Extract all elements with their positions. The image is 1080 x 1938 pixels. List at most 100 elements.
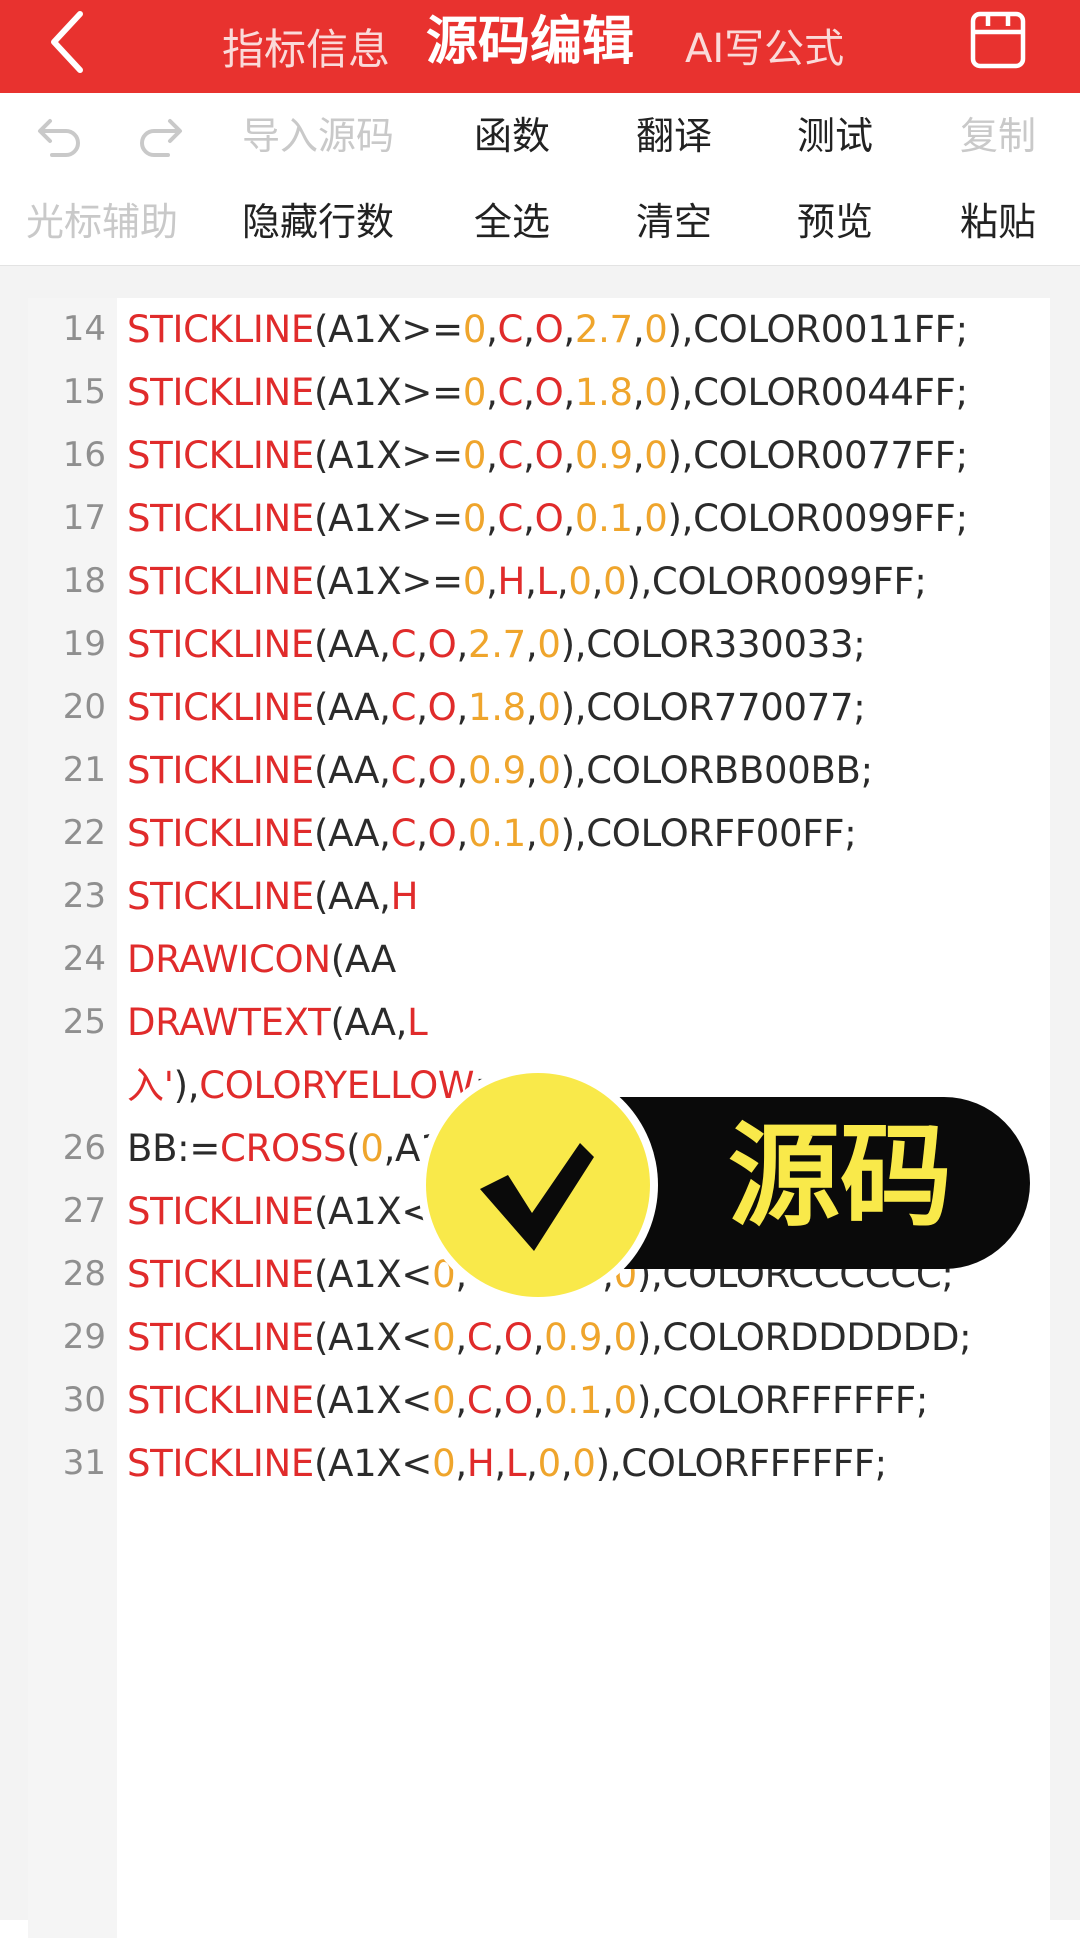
badge-label: 源码 bbox=[728, 1112, 952, 1242]
code-token-text: , bbox=[456, 812, 468, 855]
code-token-text: ),COLOR0044FF; bbox=[667, 371, 969, 414]
code-line[interactable]: 19 STICKLINE(AA,C,O,2.7,0),COLOR330033; bbox=[28, 613, 1050, 676]
code-token-text: ),COLOR0011FF; bbox=[667, 308, 969, 351]
code-token-function: STICKLINE bbox=[127, 1190, 314, 1233]
code-token-function: C bbox=[466, 1379, 493, 1422]
code-token-number: 0 bbox=[432, 1442, 456, 1485]
code-token-text: , bbox=[632, 434, 645, 477]
code-token-function: STICKLINE bbox=[127, 308, 314, 351]
hide-line-numbers-button[interactable]: 隐藏行数 bbox=[242, 179, 394, 265]
translate-button[interactable]: 翻译 bbox=[636, 93, 712, 179]
code-token-text: , bbox=[523, 371, 535, 414]
code-line[interactable]: 21 STICKLINE(AA,C,O,0.9,0),COLORBB00BB; bbox=[28, 739, 1050, 802]
code-line[interactable]: 23 STICKLINE(AA,H bbox=[28, 865, 1050, 928]
code-token-text: , bbox=[563, 371, 575, 414]
code-token-text: (A1X< bbox=[313, 1442, 433, 1485]
code-token-text: , bbox=[523, 497, 535, 540]
import-source-button[interactable]: 导入源码 bbox=[242, 93, 394, 179]
tab-ai-formula[interactable]: AI写公式 bbox=[685, 3, 844, 96]
code-line[interactable]: 17 STICKLINE(A1X>=0,C,O,0.1,0),COLOR0099F… bbox=[28, 487, 1050, 550]
redo-icon bbox=[140, 119, 182, 157]
code-token-text: ),COLORDDDDDD; bbox=[636, 1316, 972, 1359]
code-token-number: 0 bbox=[537, 749, 561, 792]
code-token-function: CROSS bbox=[220, 1127, 347, 1170]
select-all-button[interactable]: 全选 bbox=[474, 179, 550, 265]
code-token-function: H bbox=[497, 560, 526, 603]
line-number: 17 bbox=[62, 498, 106, 538]
code-line[interactable]: 24 DRAWICON(AA bbox=[28, 928, 1050, 991]
code-token-number: 0.9 bbox=[467, 749, 526, 792]
code-line[interactable]: 14 STICKLINE(A1X>=0,C,O,2.7,0),COLOR0011F… bbox=[28, 298, 1050, 361]
code-token-text: ),COLOR330033; bbox=[560, 623, 866, 666]
code-line[interactable]: 22 STICKLINE(AA,C,O,0.1,0),COLORFF00FF; bbox=[28, 802, 1050, 865]
preview-button[interactable]: 预览 bbox=[797, 179, 873, 265]
code-token-text: , bbox=[560, 1442, 573, 1485]
code-token-text: , bbox=[602, 1379, 614, 1422]
functions-button[interactable]: 函数 bbox=[474, 93, 550, 179]
tab-source-editor[interactable]: 源码编辑 bbox=[426, 0, 634, 89]
redo-button[interactable] bbox=[132, 93, 192, 179]
line-code: DRAWICON(AA bbox=[127, 928, 987, 991]
code-token-function: L bbox=[536, 560, 558, 603]
code-token-text: , bbox=[632, 371, 645, 414]
code-token-text: , bbox=[532, 1379, 545, 1422]
badge-circle bbox=[426, 1073, 650, 1297]
save-icon bbox=[970, 11, 1026, 69]
code-token-text: , bbox=[486, 371, 498, 414]
code-token-number: 0 bbox=[462, 371, 487, 414]
code-token-number: 1.8 bbox=[467, 686, 526, 729]
source-code-badge: 源码 bbox=[418, 1065, 1030, 1305]
code-token-number: 1.8 bbox=[574, 371, 633, 414]
code-lines: 14 STICKLINE(A1X>=0,C,O,2.7,0),COLOR0011F… bbox=[28, 298, 1050, 1495]
save-button[interactable] bbox=[966, 8, 1030, 72]
code-line[interactable]: 29 STICKLINE(A1X<0,C,O,0.9,0),COLORDDDDDD… bbox=[28, 1306, 1050, 1369]
code-token-text: (AA, bbox=[330, 1001, 408, 1044]
code-token-function: STICKLINE bbox=[127, 371, 314, 414]
code-token-function: O bbox=[534, 371, 564, 414]
clear-button[interactable]: 清空 bbox=[636, 179, 712, 265]
line-number: 14 bbox=[62, 309, 106, 349]
code-line[interactable]: 15 STICKLINE(A1X>=0,C,O,1.8,0),COLOR0044F… bbox=[28, 361, 1050, 424]
code-token-number: 0 bbox=[644, 308, 668, 351]
code-token-number: 0 bbox=[537, 686, 561, 729]
code-token-function: C bbox=[390, 812, 417, 855]
code-token-number: 0 bbox=[644, 497, 668, 540]
test-button[interactable]: 测试 bbox=[797, 93, 873, 179]
undo-button[interactable] bbox=[28, 93, 88, 179]
code-token-function: C bbox=[390, 749, 417, 792]
code-token-function: STICKLINE bbox=[127, 434, 314, 477]
code-token-text: (A1X>= bbox=[313, 497, 463, 540]
tab-indicator-info[interactable]: 指标信息 bbox=[222, 3, 390, 96]
line-code: STICKLINE(A1X>=0,C,O,0.9,0),COLOR0077FF; bbox=[127, 424, 987, 487]
code-token-number: 0 bbox=[360, 1127, 384, 1170]
code-token-number: 0.9 bbox=[574, 434, 633, 477]
code-token-text: (A1X< bbox=[313, 1316, 433, 1359]
code-token-text: (A1X>= bbox=[313, 560, 463, 603]
copy-button[interactable]: 复制 bbox=[960, 93, 1036, 179]
code-line[interactable]: 30 STICKLINE(A1X<0,C,O,0.1,0),COLORFFFFFF… bbox=[28, 1369, 1050, 1432]
code-token-function: STICKLINE bbox=[127, 812, 314, 855]
code-token-function: O bbox=[427, 749, 457, 792]
code-token-text: , bbox=[456, 749, 468, 792]
line-code: STICKLINE(AA,H bbox=[127, 865, 987, 928]
code-token-function: DRAWTEXT bbox=[127, 1001, 331, 1044]
code-token-number: 0 bbox=[568, 560, 592, 603]
line-number: 23 bbox=[62, 876, 106, 916]
cursor-assist-button[interactable]: 光标辅助 bbox=[26, 179, 178, 265]
line-number: 16 bbox=[62, 435, 106, 475]
code-line[interactable]: 18 STICKLINE(A1X>=0,H,L,0,0),COLOR0099FF; bbox=[28, 550, 1050, 613]
code-line[interactable]: 20 STICKLINE(AA,C,O,1.8,0),COLOR770077; bbox=[28, 676, 1050, 739]
code-line[interactable]: 31 STICKLINE(A1X<0,H,L,0,0),COLORFFFFFF; bbox=[28, 1432, 1050, 1495]
code-line[interactable]: 16 STICKLINE(A1X>=0,C,O,0.9,0),COLOR0077F… bbox=[28, 424, 1050, 487]
code-token-function: C bbox=[497, 434, 524, 477]
code-token-function: DRAWICON bbox=[127, 938, 331, 981]
code-token-function: C bbox=[497, 308, 524, 351]
line-number: 28 bbox=[62, 1254, 106, 1294]
code-token-function: C bbox=[390, 686, 417, 729]
line-number: 22 bbox=[62, 813, 106, 853]
line-code: STICKLINE(A1X>=0,H,L,0,0),COLOR0099FF; bbox=[127, 550, 987, 613]
code-token-text: , bbox=[532, 1316, 545, 1359]
code-token-function: STICKLINE bbox=[127, 686, 314, 729]
paste-button[interactable]: 粘贴 bbox=[960, 179, 1036, 265]
line-number: 24 bbox=[62, 939, 106, 979]
